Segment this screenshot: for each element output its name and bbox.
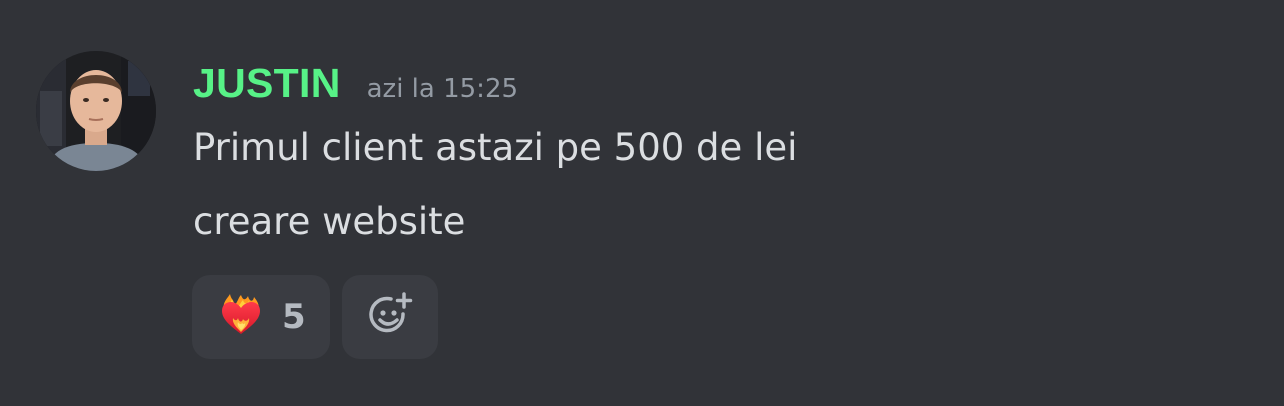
- message-text-line-2: creare website: [193, 200, 466, 243]
- heart-on-fire-icon: [218, 292, 264, 342]
- reaction-count: 5: [282, 297, 306, 337]
- username[interactable]: JUSTIN: [193, 60, 341, 107]
- message-text-line-1: Primul client astazi pe 500 de lei: [193, 126, 798, 169]
- timestamp[interactable]: azi la 15:25: [367, 74, 518, 104]
- message-header: JUSTIN azi la 15:25: [193, 60, 518, 112]
- avatar-photo: [36, 51, 156, 171]
- avatar[interactable]: [36, 51, 156, 171]
- add-reaction-smiley-icon: [367, 292, 413, 342]
- reaction-heart-on-fire[interactable]: 5: [192, 275, 330, 359]
- add-reaction-button[interactable]: [342, 275, 438, 359]
- reactions-bar: 5: [192, 275, 438, 359]
- chat-message: JUSTIN azi la 15:25 Primul client astazi…: [0, 0, 1284, 406]
